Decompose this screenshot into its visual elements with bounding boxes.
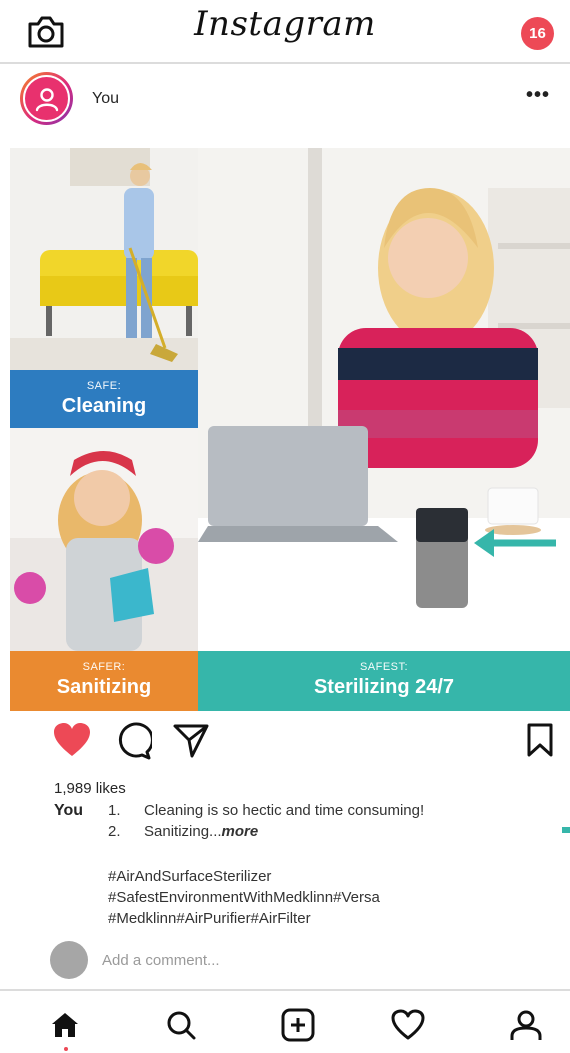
hashtag-line[interactable]: #AirAndSurfaceSterilizer (108, 866, 380, 887)
post-username[interactable]: You (92, 90, 119, 108)
caption-item-text: Sanitizing... (144, 823, 222, 840)
comment-icon[interactable] (114, 722, 154, 765)
caption-username[interactable]: You (54, 802, 83, 820)
safe-label-big: Cleaning (61, 395, 147, 417)
hashtag-line[interactable]: #Medklinn#AirPurifier#AirFilter (108, 908, 380, 929)
caption-more-link[interactable]: more (222, 823, 259, 840)
safer-sanitizing-label: SAFER: Sanitizing (10, 651, 198, 711)
hashtag-line[interactable]: #SafestEnvironmentWithMedklinn#Versa (108, 887, 380, 908)
search-icon[interactable] (161, 1005, 201, 1045)
bookmark-icon[interactable] (526, 722, 554, 763)
post-image[interactable]: SAFE: Cleaning SAFER: Sanitizing SAFEST:… (10, 148, 570, 711)
top-bar: Instagram 16 (0, 0, 570, 64)
avatar-user-icon (23, 75, 70, 122)
comment-avatar (50, 941, 88, 979)
safe-label-small: SAFE: (86, 380, 122, 392)
home-icon[interactable] (45, 1005, 85, 1045)
sanitizing-photo (10, 428, 198, 651)
safest-label-big: Sterilizing 24/7 (313, 676, 455, 698)
comment-input[interactable] (102, 948, 522, 972)
cleaning-photo (10, 148, 198, 370)
safe-cleaning-label: SAFE: Cleaning (10, 370, 198, 428)
more-options-icon[interactable]: ••• (526, 84, 550, 107)
teal-accent-mark (562, 827, 570, 833)
safest-label-small: SAFEST: (359, 661, 409, 673)
caption-item-number: 2. (108, 823, 121, 840)
safer-label-big: Sanitizing (56, 676, 152, 698)
avatar[interactable] (20, 72, 73, 125)
likes-count[interactable]: 1,989 likes (54, 780, 126, 797)
caption-list: 1. Cleaning is so hectic and time consumi… (108, 800, 424, 842)
instagram-logo: Instagram (194, 4, 376, 44)
caption-item-number: 1. (108, 802, 121, 819)
safest-sterilizing-label: SAFEST: Sterilizing 24/7 (198, 651, 570, 711)
safer-label-small: SAFER: (82, 661, 126, 673)
activity-heart-icon[interactable] (388, 1005, 428, 1045)
home-active-dot (64, 1047, 68, 1051)
add-post-icon[interactable] (278, 1005, 318, 1045)
post-header: You ••• (0, 66, 570, 130)
caption-item: 2. Sanitizing...more (108, 821, 424, 842)
post-action-bar (0, 716, 570, 766)
hashtags: #AirAndSurfaceSterilizer #SafestEnvironm… (108, 866, 380, 929)
share-icon[interactable] (172, 722, 210, 765)
notification-badge[interactable]: 16 (521, 17, 554, 50)
profile-icon[interactable] (506, 1005, 546, 1045)
caption-item: 1. Cleaning is so hectic and time consumi… (108, 800, 424, 821)
caption-item-text: Cleaning is so hectic and time consuming… (144, 802, 425, 819)
like-heart-icon[interactable] (52, 722, 92, 763)
bottom-nav (0, 989, 570, 1053)
sterilizing-photo (198, 148, 570, 651)
